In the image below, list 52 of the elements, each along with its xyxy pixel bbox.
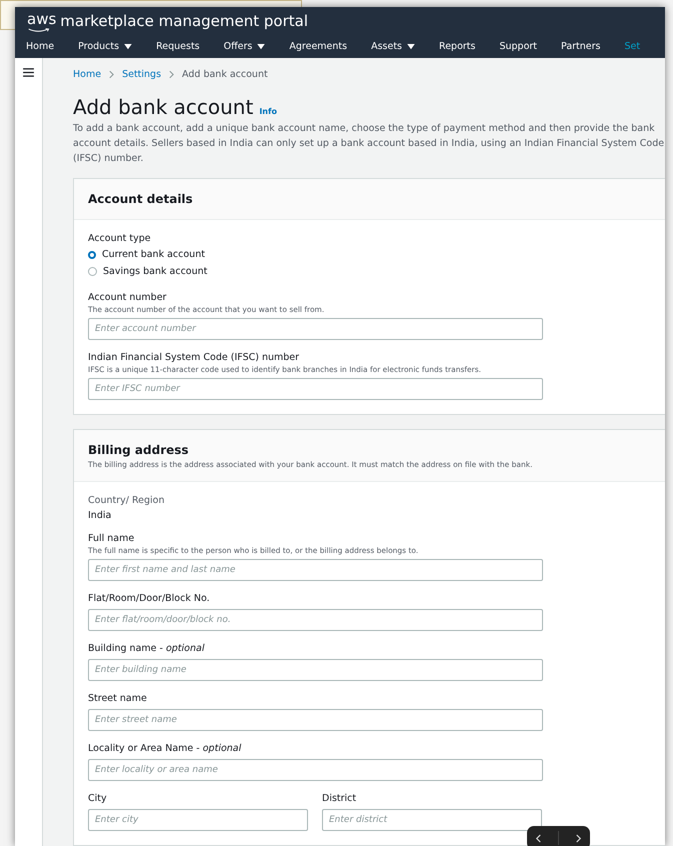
nav-item[interactable]: Assets <box>359 41 428 52</box>
chevron-right-icon[interactable] <box>575 834 582 842</box>
chevron-right-icon <box>169 70 174 78</box>
current-page-label: Add bank account <box>182 68 268 80</box>
field-label: Street name <box>88 692 148 706</box>
nav-item[interactable]: Set <box>612 41 652 52</box>
input-field[interactable]: Enter building name <box>88 659 543 681</box>
radio-label: Savings bank account <box>103 266 208 277</box>
field-value: India <box>88 510 112 521</box>
nav-item[interactable]: Offers <box>212 41 278 52</box>
radio-button[interactable] <box>88 267 97 276</box>
nav-item[interactable]: Products <box>66 41 144 52</box>
input-field[interactable]: Enter street name <box>88 709 543 731</box>
input-field[interactable]: Enter account number <box>88 318 543 340</box>
field-label: Account number <box>88 291 168 305</box>
menu-icon[interactable] <box>23 68 34 77</box>
field-label: Account type <box>88 232 152 246</box>
field-label: City <box>88 792 108 806</box>
input-field[interactable]: Enter IFSC number <box>88 378 543 400</box>
input-field[interactable]: Enter city <box>88 809 308 831</box>
nav-item[interactable]: Requests <box>144 41 212 52</box>
field-label: Flat/Room/Door/Block No. <box>88 592 211 606</box>
nav-item[interactable]: Home <box>15 41 66 52</box>
nav-item[interactable]: Partners <box>549 41 613 52</box>
nav-item[interactable]: Support <box>487 41 550 52</box>
section-title: Account details <box>88 191 194 207</box>
page-description: To add a bank account, add a unique bank account name, choose the type of payment method and then provide the bank account details. Sellers based in India can only set up a bank account based in India, using an Indian Financial System Code (IFSC) number. <box>73 122 665 166</box>
breadcrumb-link[interactable]: Settings <box>122 68 162 80</box>
info-link[interactable]: Info <box>259 107 277 116</box>
radio-button[interactable] <box>88 250 96 258</box>
portal-title: marketplace management portal <box>60 12 308 30</box>
radio-option[interactable]: Current bank account <box>88 246 665 263</box>
nav-item[interactable]: Reports <box>427 41 488 52</box>
breadcrumb-link[interactable]: Home <box>73 68 102 80</box>
field-label: Full name <box>88 532 136 546</box>
section-title: Billing address <box>88 442 190 458</box>
chevron-right-icon <box>109 70 114 78</box>
aws-logo[interactable]: aws <box>27 12 56 30</box>
input-field[interactable]: Enter locality or area name <box>88 759 543 781</box>
field-label: Building name - optional <box>88 642 206 656</box>
field-label: Indian Financial System Code (IFSC) number <box>88 351 300 365</box>
field-label: Country/ Region <box>88 494 166 508</box>
nav-item[interactable]: Agreements <box>277 41 360 52</box>
page-title: Add bank account <box>73 95 254 119</box>
input-field[interactable]: Enter district <box>322 809 542 831</box>
radio-label: Current bank account <box>102 249 205 260</box>
input-field[interactable]: Enter flat/room/door/block no. <box>88 609 543 631</box>
field-label: Locality or Area Name - optional <box>88 742 242 756</box>
field-label: District <box>322 792 358 806</box>
chevron-left-icon[interactable] <box>535 834 542 842</box>
radio-option[interactable]: Savings bank account <box>88 263 665 280</box>
input-field[interactable]: Enter first name and last name <box>88 559 543 581</box>
